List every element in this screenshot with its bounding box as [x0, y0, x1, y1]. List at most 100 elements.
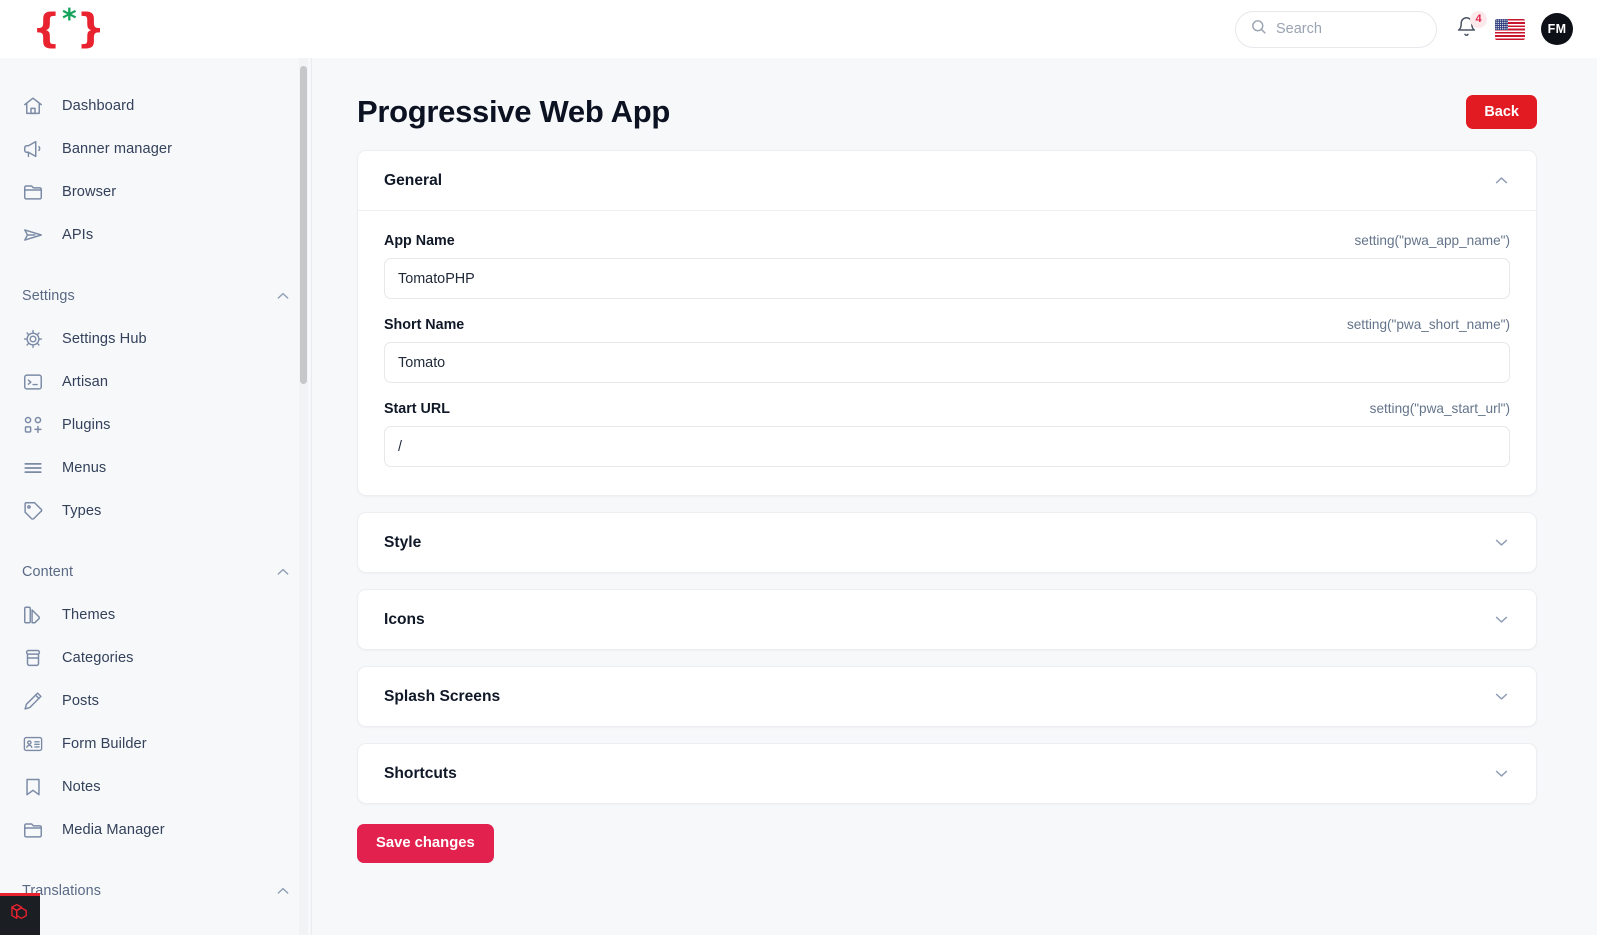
- section-title: Shortcuts: [384, 764, 457, 782]
- laravel-debugbar-toggle[interactable]: [0, 893, 40, 935]
- field-label: Short Name: [384, 317, 465, 333]
- top-bar-actions: 4 FM: [1235, 10, 1573, 48]
- sidebar-item-label: Notes: [62, 778, 101, 795]
- sidebar-scrollbar[interactable]: [299, 58, 308, 935]
- sidebar: Dashboard Banner manager Browser APIs Se…: [0, 58, 312, 935]
- chevron-down-icon[interactable]: [1493, 765, 1510, 782]
- chevron-down-icon[interactable]: [1493, 688, 1510, 705]
- id-card-icon: [22, 733, 44, 755]
- chevron-down-icon[interactable]: [1493, 611, 1510, 628]
- chevron-up-icon[interactable]: [275, 288, 291, 304]
- folder-icon: [22, 181, 44, 203]
- section-body-general: App Name setting("pwa_app_name") Short N…: [358, 210, 1536, 495]
- tomatophp-logo[interactable]: { } *: [32, 2, 105, 50]
- gear-icon: [22, 328, 44, 350]
- sidebar-item-settings-hub[interactable]: Settings Hub: [0, 317, 311, 360]
- save-changes-button[interactable]: Save changes: [357, 824, 494, 863]
- sidebar-item-label: Types: [62, 502, 102, 519]
- sidebar-item-menus[interactable]: Menus: [0, 446, 311, 489]
- sidebar-item-banner-manager[interactable]: Banner manager: [0, 127, 311, 170]
- search-icon: [1250, 18, 1267, 40]
- us-flag-icon[interactable]: [1495, 18, 1525, 40]
- sidebar-item-label: APIs: [62, 226, 94, 243]
- field-start-url: Start URL setting("pwa_start_url"): [384, 401, 1510, 467]
- section-card-style: Style: [357, 512, 1537, 573]
- sidebar-group-label: Content: [22, 564, 74, 580]
- section-card-icons: Icons: [357, 589, 1537, 650]
- sidebar-item-dashboard[interactable]: Dashboard: [0, 84, 311, 127]
- search-box[interactable]: [1235, 10, 1437, 48]
- archive-icon: [22, 647, 44, 669]
- sidebar-item-categories[interactable]: Categories: [0, 636, 311, 679]
- sidebar-item-media-manager[interactable]: Media Manager: [0, 808, 311, 851]
- app-name-input[interactable]: [384, 258, 1510, 299]
- themes-icon: [22, 604, 44, 626]
- back-button[interactable]: Back: [1466, 94, 1537, 130]
- chevron-up-icon[interactable]: [275, 564, 291, 580]
- avatar[interactable]: FM: [1541, 13, 1573, 45]
- sidebar-item-label: Menus: [62, 459, 107, 476]
- field-hint: setting("pwa_short_name"): [1346, 317, 1510, 332]
- sidebar-item-themes[interactable]: Themes: [0, 593, 311, 636]
- notification-badge: 4: [1470, 11, 1487, 28]
- section-title: Style: [384, 533, 422, 551]
- megaphone-icon: [22, 138, 44, 160]
- sidebar-item-plugins[interactable]: Plugins: [0, 403, 311, 446]
- brand-logo-area[interactable]: { } *: [0, 2, 312, 50]
- sidebar-item-form-builder[interactable]: Form Builder: [0, 722, 311, 765]
- search-input[interactable]: [1276, 21, 1422, 37]
- section-header-icons[interactable]: Icons: [358, 590, 1536, 649]
- folder-icon: [22, 819, 44, 841]
- bookmark-icon: [22, 776, 44, 798]
- section-header-shortcuts[interactable]: Shortcuts: [358, 744, 1536, 803]
- sidebar-item-notes[interactable]: Notes: [0, 765, 311, 808]
- sidebar-item-apis[interactable]: APIs: [0, 213, 311, 256]
- sidebar-item-label: Posts: [62, 692, 99, 709]
- sidebar-group-content[interactable]: Content: [0, 551, 311, 593]
- field-label: Start URL: [384, 401, 450, 417]
- section-header-splash-screens[interactable]: Splash Screens: [358, 667, 1536, 726]
- section-title: Splash Screens: [384, 687, 501, 705]
- page-body: Dashboard Banner manager Browser APIs Se…: [0, 58, 1597, 935]
- plugins-icon: [22, 414, 44, 436]
- sidebar-scrollbar-thumb[interactable]: [300, 66, 307, 384]
- page-title: Progressive Web App: [357, 94, 671, 129]
- section-title: General: [384, 171, 443, 189]
- start-url-input[interactable]: [384, 426, 1510, 467]
- sidebar-item-label: Banner manager: [62, 140, 173, 157]
- chevron-up-icon[interactable]: [275, 883, 291, 899]
- sidebar-item-label: Form Builder: [62, 735, 147, 752]
- field-short-name: Short Name setting("pwa_short_name"): [384, 317, 1510, 383]
- pencil-icon: [22, 690, 44, 712]
- sidebar-item-browser[interactable]: Browser: [0, 170, 311, 213]
- sidebar-group-settings[interactable]: Settings: [0, 275, 311, 317]
- chevron-down-icon[interactable]: [1493, 534, 1510, 551]
- bottom-spacer: [357, 863, 1537, 893]
- sidebar-group-label: Settings: [22, 288, 75, 304]
- send-icon: [22, 224, 44, 246]
- sidebar-item-label: Themes: [62, 606, 116, 623]
- sidebar-item-label: Dashboard: [62, 97, 135, 114]
- sidebar-item-artisan[interactable]: Artisan: [0, 360, 311, 403]
- short-name-input[interactable]: [384, 342, 1510, 383]
- field-top: App Name setting("pwa_app_name"): [384, 233, 1510, 249]
- sidebar-group-translations[interactable]: Translations: [0, 870, 311, 912]
- section-title: Icons: [384, 610, 425, 628]
- chevron-up-icon[interactable]: [1493, 172, 1510, 189]
- sidebar-item-posts[interactable]: Posts: [0, 679, 311, 722]
- menu-lines-icon: [22, 457, 44, 479]
- notifications-button[interactable]: 4: [1453, 11, 1487, 44]
- tag-icon: [22, 500, 44, 522]
- section-header-general[interactable]: General: [358, 151, 1536, 210]
- section-header-style[interactable]: Style: [358, 513, 1536, 572]
- field-hint: setting("pwa_app_name"): [1354, 233, 1511, 248]
- sidebar-item-types[interactable]: Types: [0, 489, 311, 532]
- home-icon: [22, 95, 44, 117]
- sidebar-item-label: Artisan: [62, 373, 109, 390]
- field-top: Short Name setting("pwa_short_name"): [384, 317, 1510, 333]
- logo-asterisk-icon: *: [61, 2, 77, 35]
- field-app-name: App Name setting("pwa_app_name"): [384, 233, 1510, 299]
- sidebar-item-label: Settings Hub: [62, 330, 147, 347]
- top-bar: { } * 4: [0, 0, 1597, 58]
- section-card-shortcuts: Shortcuts: [357, 743, 1537, 804]
